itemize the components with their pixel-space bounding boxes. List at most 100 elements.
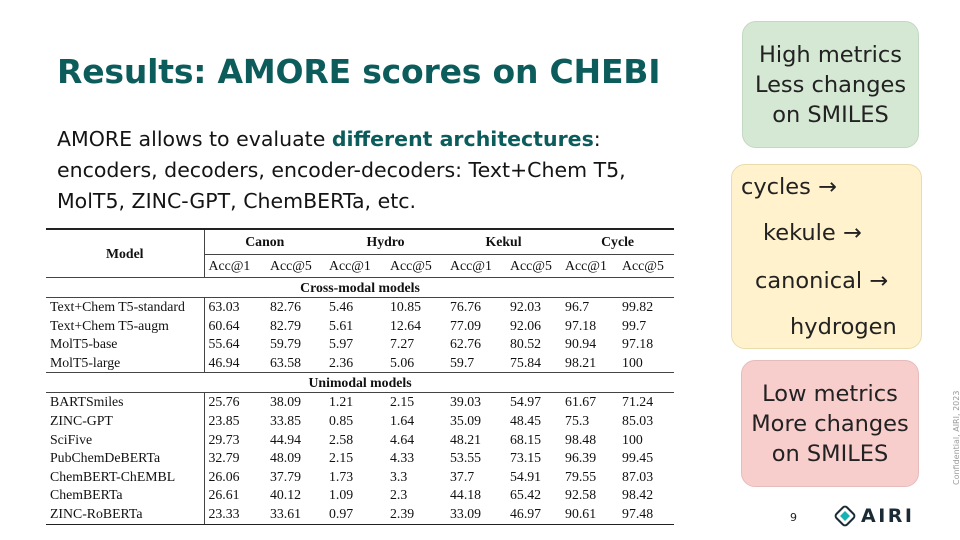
intro-highlight: different architectures	[331, 127, 594, 151]
score-cell: 82.79	[270, 317, 302, 333]
score-cell: 71.24	[618, 392, 675, 412]
score-cell: 75.3	[565, 412, 590, 428]
score-cell: 33.09	[446, 504, 507, 525]
score-cell: 61.67	[561, 392, 619, 412]
score-cell: 99.45	[622, 450, 654, 466]
airi-logo-icon	[834, 505, 856, 527]
score-cell: 97.48	[618, 504, 675, 525]
score-cell: 97.18	[622, 336, 654, 352]
metric-header: Acc@5	[386, 254, 447, 278]
table-row: ZINC-RoBERTa 23.33 33.61 0.97 2.39 33.09 46.97…	[46, 504, 675, 525]
score-cell: 32.79	[203, 449, 266, 468]
score-cell: 62.76	[450, 336, 482, 352]
step-kekule: kekule →	[763, 220, 862, 246]
table-row: ChemBERT-ChEMBL 26.06 37.79 1.73 3.3 37.7 54.9…	[46, 467, 674, 487]
model-name-cell: BARTSmiles	[46, 392, 204, 412]
page-number: 9	[790, 511, 797, 524]
score-cell: 79.55	[565, 468, 597, 484]
section-title: Cross-modal models	[46, 277, 675, 298]
score-cell: 1.64	[390, 412, 415, 428]
score-cell: 99.7	[622, 317, 647, 333]
callout-low-line: More changes	[751, 410, 909, 437]
score-cell: 98.48	[565, 431, 597, 447]
score-cell: 100	[622, 354, 643, 370]
metric-header: Acc@1	[446, 254, 507, 278]
score-cell: 1.09	[329, 487, 354, 503]
score-cell: 98.21	[565, 354, 597, 370]
score-cell: 2.58	[329, 431, 354, 447]
score-cell: 75.84	[510, 354, 542, 370]
airi-logo-text: AIRI	[861, 505, 915, 527]
table-row: MolT5-base 55.64 59.79 5.97 7.27 62.76 80.52 90…	[46, 335, 674, 354]
score-cell: 90.61	[561, 504, 619, 525]
score-cell: 44.18	[450, 487, 482, 503]
score-cell: 25.76	[203, 392, 266, 412]
score-cell: 48.21	[450, 431, 482, 447]
score-cell: 2.36	[329, 354, 354, 370]
score-cell: 96.39	[565, 450, 597, 466]
score-cell: 5.97	[329, 336, 354, 352]
callout-high-line: Less changes	[754, 71, 907, 98]
score-cell: 4.33	[390, 450, 415, 466]
table-row: Text+Chem T5-standard 63.03 82.76 5.46 10.85…	[46, 296, 675, 317]
group-header-cycle: Cycle	[561, 228, 675, 255]
model-name-cell: Text+Chem T5-augm	[50, 317, 169, 333]
score-cell: 26.06	[203, 467, 266, 487]
score-cell: 60.64	[203, 316, 266, 336]
score-cell: 46.97	[506, 504, 562, 525]
intro-part1: AMORE allows to evaluate	[57, 127, 332, 151]
score-cell: 53.55	[450, 450, 482, 466]
score-cell: 46.94	[203, 353, 266, 373]
score-cell: 63.03	[203, 296, 266, 317]
score-cell: 29.73	[203, 430, 266, 450]
score-cell: 82.76	[266, 296, 326, 317]
group-header-canon: Canon	[203, 228, 326, 255]
model-name-cell: ZINC-GPT	[50, 412, 113, 428]
score-cell: 48.45	[510, 412, 542, 428]
confidential-note: Confidential, AIRI, 2023	[952, 390, 960, 485]
score-cell: 2.39	[386, 504, 447, 525]
model-name-cell: PubChemDeBERTa	[50, 450, 161, 466]
score-cell: 4.64	[390, 431, 415, 447]
score-cell: 68.15	[510, 431, 542, 447]
section-header-row: Cross-modal models	[46, 277, 675, 298]
score-cell: 92.03	[506, 296, 562, 317]
score-cell: 85.03	[622, 412, 654, 428]
score-cell: 97.18	[565, 317, 597, 333]
score-cell: 92.06	[510, 317, 542, 333]
score-cell: 87.03	[622, 468, 654, 484]
score-cell: 54.91	[510, 468, 542, 484]
score-cell: 99.82	[618, 296, 675, 317]
step-canonical: canonical →	[755, 268, 889, 294]
table-row: ZINC-GPT 23.85 33.85 0.85 1.64 35.09 48.45 75.3…	[46, 411, 674, 431]
score-cell: 5.06	[390, 354, 415, 370]
score-cell: 59.7	[450, 354, 475, 370]
table-row: BARTSmiles 25.76 38.09 1.21 2.15 39.03 54.97 61…	[46, 392, 675, 412]
score-cell: 80.52	[510, 336, 542, 352]
score-cell: 23.33	[203, 504, 266, 525]
step-cycles: cycles →	[741, 174, 837, 200]
group-header-row: Model Canon Hydro Kekul Cycle	[46, 228, 675, 278]
score-cell: 35.09	[450, 412, 482, 428]
intro-text: AMORE allows to evaluate different archi…	[57, 124, 697, 217]
score-cell: 33.85	[270, 412, 302, 428]
score-cell: 0.85	[329, 412, 354, 428]
score-cell: 65.42	[510, 487, 542, 503]
metric-header: Acc@1	[325, 254, 387, 278]
callout-high-metrics: High metrics Less changes on SMILES	[742, 21, 919, 148]
score-cell: 77.09	[450, 317, 482, 333]
score-cell: 55.64	[203, 335, 266, 354]
metric-header: Acc@1	[203, 254, 266, 278]
model-name-cell: MolT5-large	[50, 354, 121, 370]
model-name-cell: ZINC-RoBERTa	[46, 504, 204, 525]
model-name-cell: MolT5-base	[50, 336, 118, 352]
metric-header: Acc@1	[561, 254, 619, 278]
model-name-cell: ChemBERTa	[50, 487, 123, 503]
score-cell: 2.15	[386, 392, 447, 412]
results-table: Model Canon Hydro Kekul Cycle Acc@1 Acc@…	[46, 228, 675, 525]
callout-high-line: High metrics	[758, 41, 903, 68]
airi-logo: AIRI	[834, 505, 914, 527]
score-cell: 26.61	[203, 486, 266, 505]
score-cell: 48.09	[270, 450, 302, 466]
callout-low-line: Low metrics	[762, 380, 898, 407]
